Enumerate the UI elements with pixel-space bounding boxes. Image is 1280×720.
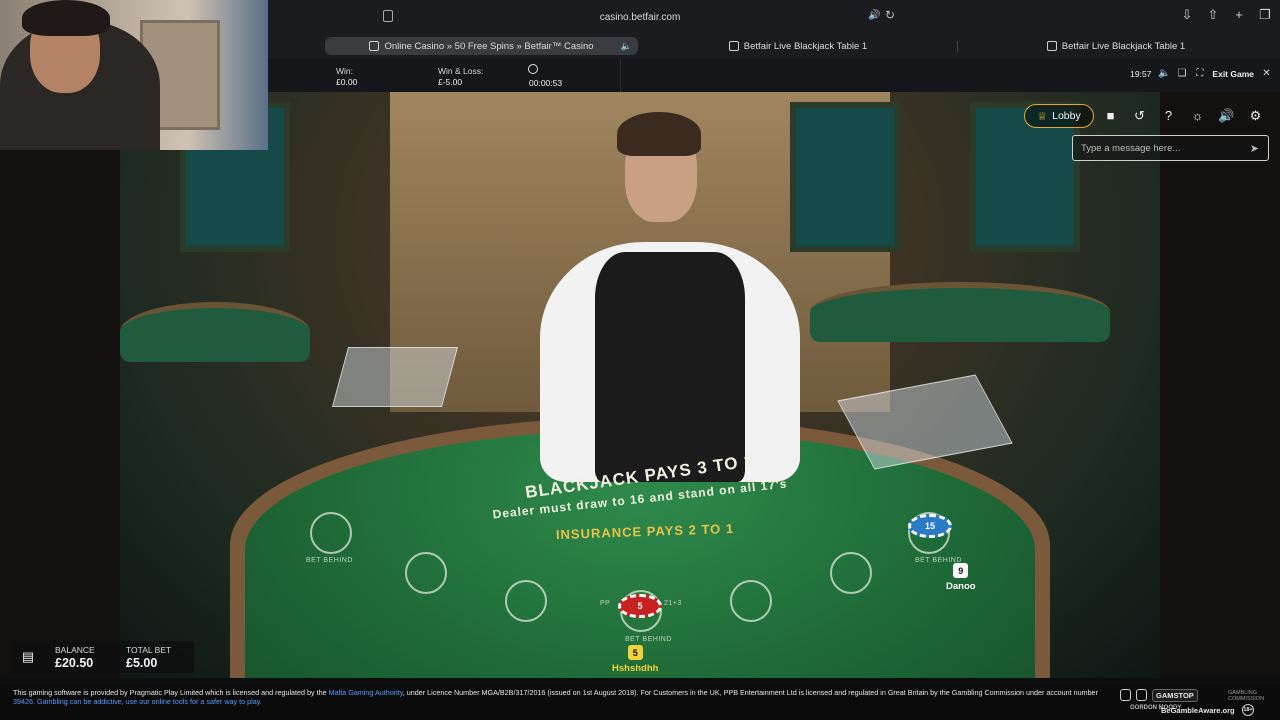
shield-icon [1136, 689, 1147, 701]
tab-mute-icon[interactable]: 🔈 [621, 41, 632, 52]
video-letterbox-left [0, 92, 120, 678]
browser-actions: ⇩ ⇧ + ❐ [1180, 8, 1272, 22]
gambling-commission-logo[interactable]: GAMBLING COMMISSION [1228, 690, 1276, 702]
total-bet-value: £5.00 [126, 656, 158, 670]
seat-number: 5 [627, 645, 643, 660]
legal-text: This gaming software is provided by Prag… [13, 688, 1113, 706]
download-icon[interactable]: ⇩ [1180, 8, 1194, 22]
audio-playing-icon[interactable]: 🔊 [868, 10, 880, 22]
tab-online-casino[interactable]: Online Casino » 50 Free Spins » Betfair™… [325, 37, 638, 55]
video-toolbar: ■ ↺ ? ☼ 🔊 ⚙ [1101, 107, 1265, 125]
sound-icon[interactable]: 🔊 [1217, 107, 1236, 125]
dealer-vest [595, 252, 745, 482]
begambleaware-logo[interactable]: BeGambleAware.org [1161, 706, 1235, 715]
responsible-gambling-badges: GAMSTOP GAMBLING COMMISSION GORDON MOODY… [1118, 688, 1276, 718]
seat-number: 9 [953, 563, 969, 578]
address-url[interactable]: casino.betfair.com [600, 12, 681, 23]
chip-stack: 5 [618, 594, 662, 618]
legal-text-2: , under Licence Number MGA/B2B/317/2016 … [402, 688, 1098, 697]
win-value: £0.00 [336, 77, 358, 87]
new-tab-icon[interactable]: + [1232, 8, 1246, 22]
balance-block: BALANCE £20.50 [55, 645, 95, 670]
chip-stack-icon[interactable]: ▤ [20, 649, 36, 665]
card-discard-tray [331, 347, 459, 407]
tab-live-blackjack-2[interactable]: Betfair Live Blackjack Table 1 [958, 37, 1274, 55]
history-icon[interactable]: ↺ [1130, 107, 1149, 125]
share-icon[interactable]: ⇧ [1206, 8, 1220, 22]
tab-favicon-icon [728, 41, 739, 51]
webcam-hair [22, 0, 110, 36]
balance-panel: ▤ BALANCE £20.50 TOTAL BET £5.00 [12, 641, 194, 673]
streamer-webcam [0, 0, 268, 150]
bet-behind-label: BET BEHIND [625, 636, 672, 643]
send-icon[interactable]: ➤ [1250, 142, 1259, 155]
clock: 19:57 [1130, 68, 1152, 79]
tab-overview-icon[interactable]: ❐ [1258, 8, 1272, 22]
seat-spot[interactable] [405, 552, 447, 594]
header-right-tools: 19:57 🔈 ❏ ⛶ Exit Game ✕ [1130, 68, 1272, 79]
crown-icon: ♕ [1037, 110, 1048, 123]
settings-icon[interactable]: ⚙ [1246, 107, 1265, 125]
legal-text-1: This gaming software is provided by Prag… [13, 688, 327, 697]
live-dealer-video[interactable]: BLACKJACK PAYS 3 TO 2 Dealer must draw t… [120, 92, 1160, 678]
chip-value: 5 [637, 601, 643, 611]
seat-spot[interactable] [830, 552, 872, 594]
player-tag: 9 Danoo [946, 563, 976, 592]
side-bet-label: 21+3 [664, 600, 682, 607]
background-table [120, 302, 310, 362]
chat-input[interactable] [1081, 142, 1241, 154]
volume-icon[interactable]: 🔈 [1158, 68, 1170, 79]
exit-game-button[interactable]: Exit Game [1212, 69, 1254, 79]
winloss-label: Win & Loss: [438, 66, 484, 76]
video-letterbox-right [1160, 92, 1280, 678]
winloss-stat: Win & Loss: £-5.00 [438, 66, 483, 88]
pp-label: PP [600, 600, 611, 607]
chat-box: ➤ [1072, 135, 1269, 161]
win-label: Win: [336, 66, 353, 76]
stopwatch-icon [528, 64, 538, 74]
tab-label: Betfair Live Blackjack Table 1 [743, 40, 868, 52]
background-table [810, 282, 1110, 342]
tab-favicon-icon [369, 41, 380, 51]
tab-label: Online Casino » 50 Free Spins » Betfair™… [384, 40, 594, 52]
seat-spot[interactable] [730, 580, 772, 622]
chat-icon[interactable]: ■ [1101, 107, 1120, 125]
help-icon[interactable]: ? [1159, 107, 1178, 125]
age-18-badge: 18+ [1242, 704, 1254, 716]
chip-stack: 15 [908, 514, 952, 538]
close-icon[interactable]: ✕ [1261, 68, 1272, 79]
seat-spot[interactable] [310, 512, 352, 554]
seat-spot[interactable] [505, 580, 547, 622]
bet-behind-label: BET BEHIND [306, 557, 353, 564]
player-tag: 5 Hshshdhh [612, 645, 658, 674]
player-name: Danoo [946, 581, 976, 592]
total-bet-block: TOTAL BET £5.00 [126, 645, 171, 670]
tab-favicon-icon [1046, 41, 1057, 51]
balance-label: BALANCE [55, 645, 95, 655]
player-name: Hshshdhh [612, 663, 659, 674]
safer-play-link[interactable]: 39426. Gambling can be addictive, use ou… [13, 697, 262, 706]
session-timer: 00:00:53 [529, 78, 563, 88]
lobby-button[interactable]: ♕ Lobby [1024, 104, 1094, 128]
age-verify-icon [1120, 689, 1131, 701]
fullscreen-icon[interactable]: ⛶ [1194, 68, 1205, 79]
tab-live-blackjack-1[interactable]: Betfair Live Blackjack Table 1 [640, 37, 956, 55]
mga-link[interactable]: Malta Gaming Authority [329, 688, 403, 697]
dealer-hair [617, 112, 701, 156]
total-bet-label: TOTAL BET [126, 645, 172, 655]
studio-panel [790, 102, 900, 252]
reload-icon[interactable]: ↻ [885, 9, 897, 21]
tab-label: Betfair Live Blackjack Table 1 [1061, 40, 1186, 52]
lobby-label: Lobby [1052, 110, 1081, 122]
win-stat: Win: £0.00 [336, 66, 357, 88]
gamstop-logo[interactable]: GAMSTOP [1152, 689, 1198, 702]
support-icon[interactable]: ☼ [1188, 107, 1207, 125]
address-bar[interactable]: casino.betfair.com [380, 8, 900, 26]
chip-value: 15 [924, 521, 935, 531]
balance-value: £20.50 [55, 656, 94, 670]
winloss-value: £-5.00 [438, 77, 463, 87]
header-divider [620, 58, 621, 92]
minimize-window-icon[interactable]: ❏ [1176, 68, 1187, 79]
